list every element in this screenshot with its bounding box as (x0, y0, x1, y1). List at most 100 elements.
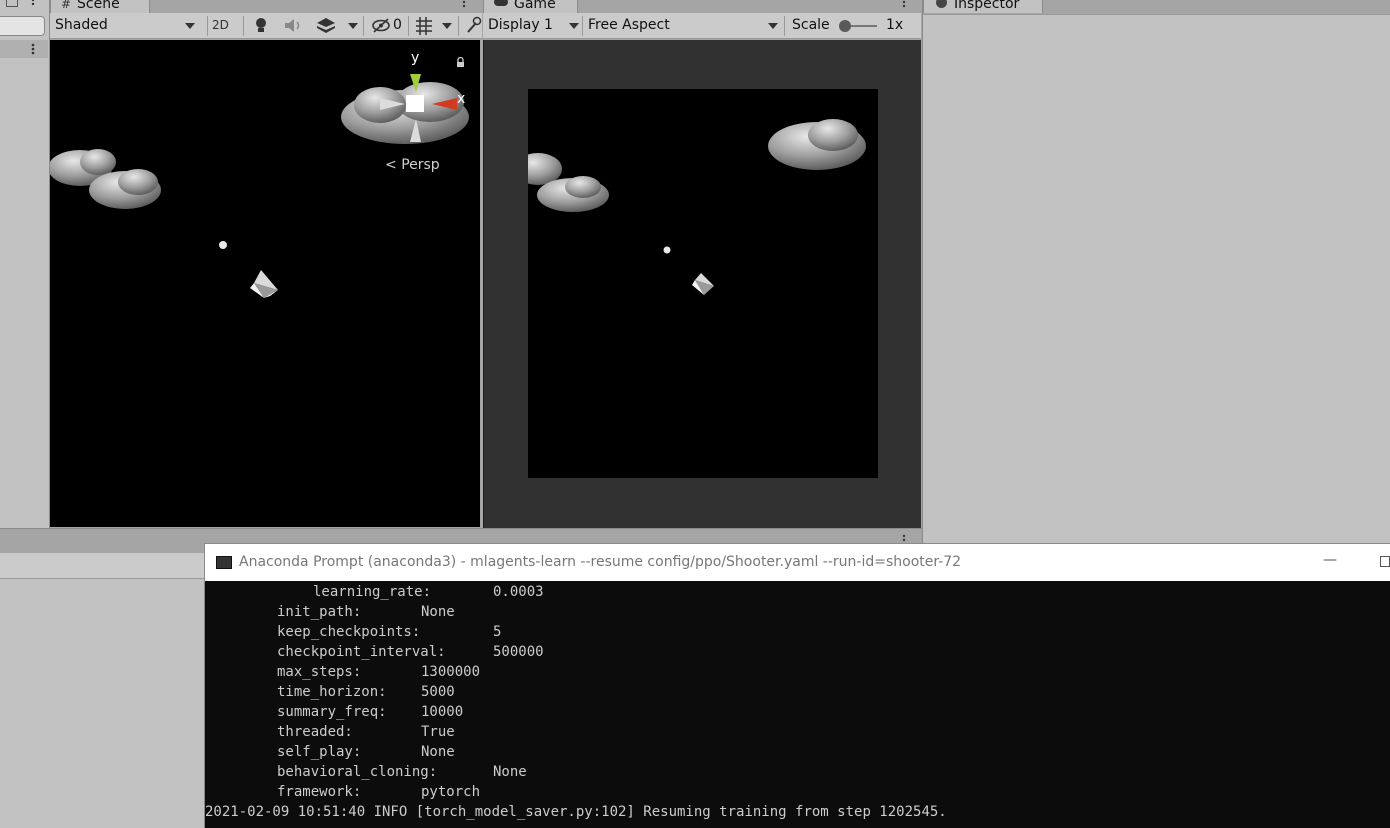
tab-inspector[interactable]: Inspector (923, 0, 1043, 13)
display-dropdown[interactable]: Display 1 (483, 13, 585, 38)
toolbar-divider (207, 16, 208, 36)
console-value: 1300000 (421, 664, 481, 680)
toolbar-divider (784, 16, 785, 36)
toggle-2d-button[interactable]: 2D (212, 13, 236, 38)
console-value: None (493, 764, 527, 780)
shading-mode-dropdown[interactable]: Shaded (50, 13, 205, 38)
console-titlebar: Anaconda Prompt (anaconda3) - mlagents-l… (205, 544, 1390, 581)
effects-toggle[interactable] (312, 13, 340, 38)
console-line: checkpoint_interval: (277, 644, 446, 660)
chevron-down-icon (569, 23, 579, 29)
chevron-down-icon (442, 23, 452, 29)
console-value: 0.0003 (493, 584, 544, 600)
console-line: framework: (277, 784, 362, 800)
toggle-2d-label: 2D (212, 18, 229, 32)
game-tab-menu-icon[interactable] (902, 0, 906, 8)
eye-off-icon (372, 18, 390, 33)
bottom-toolbar (0, 553, 205, 579)
hierarchy-menu-icon[interactable] (31, 43, 35, 55)
console-output[interactable]: learning_rate: 0.0003 init_path: None ke… (205, 581, 1390, 828)
grid-toggle[interactable] (412, 13, 436, 38)
console-window: Anaconda Prompt (anaconda3) - mlagents-l… (204, 543, 1390, 828)
game-toolbar: Display 1 Free Aspect Scale 1x (483, 13, 921, 39)
hidden-count: 0 (393, 17, 402, 33)
ship-object (692, 273, 714, 295)
persp-icon: < (385, 157, 397, 173)
gizmo-axis-x-label: x (457, 91, 466, 107)
inspector-panel: Inspector (922, 0, 1390, 545)
scene-viewport[interactable]: y x < Persp (50, 40, 480, 527)
scene-panel: # Scene Shaded 2D 0 y x < Persp (50, 0, 482, 528)
display-label: Display 1 (488, 17, 553, 33)
console-line: init_path: (277, 604, 362, 620)
scale-label: Scale (792, 17, 830, 33)
bottom-content (0, 579, 205, 828)
hidden-objects-toggle[interactable]: 0 (368, 13, 406, 38)
console-line: learning_rate: (313, 584, 432, 600)
ball-object (663, 246, 671, 254)
aspect-label: Free Aspect (588, 17, 670, 33)
aspect-dropdown[interactable]: Free Aspect (583, 13, 787, 38)
ship-object[interactable] (250, 270, 278, 298)
scale-slider-thumb[interactable] (839, 20, 851, 32)
console-value: pytorch (421, 784, 481, 800)
console-line: self_play: (277, 744, 362, 760)
scene-grid-icon: # (61, 0, 72, 11)
hierarchy-lock-icon[interactable] (6, 0, 18, 7)
scale-slider[interactable] (839, 19, 879, 33)
cloud-object (768, 119, 866, 170)
tab-game[interactable]: Game (483, 0, 578, 13)
console-value: 5000 (421, 684, 455, 700)
console-log-line: 2021-02-09 10:51:40 INFO [torch_model_sa… (205, 804, 947, 820)
console-line: summary_freq: (277, 704, 387, 720)
console-value: 5 (493, 624, 502, 640)
console-value: None (421, 744, 455, 760)
terminal-icon (216, 556, 232, 569)
console-value: 500000 (493, 644, 544, 660)
toolbar-divider (243, 16, 244, 36)
hierarchy-search-input[interactable] (0, 16, 45, 36)
maximize-button[interactable] (1380, 556, 1390, 567)
lighting-toggle[interactable] (247, 13, 275, 38)
wrench-icon (467, 16, 482, 33)
toolbar-divider (363, 16, 364, 36)
grid-dropdown[interactable] (439, 13, 455, 38)
console-value: True (421, 724, 455, 740)
chevron-down-icon (185, 23, 195, 29)
scene-render (50, 74, 469, 298)
console-value: None (421, 604, 455, 620)
tools-button[interactable] (463, 13, 482, 38)
game-viewport (483, 40, 921, 528)
grid-icon (416, 17, 432, 35)
console-title: Anaconda Prompt (anaconda3) - mlagents-l… (239, 554, 962, 570)
console-line: threaded: (277, 724, 353, 740)
info-icon (936, 0, 947, 8)
persp-toggle[interactable]: < Persp (385, 157, 440, 175)
scale-value: 1x (886, 17, 904, 33)
tab-scene-label: Scene (77, 0, 120, 12)
console-line: max_steps: (277, 664, 362, 680)
gamepad-icon (494, 0, 508, 6)
scene-toolbar: Shaded 2D 0 (50, 13, 482, 39)
ball-object[interactable] (219, 241, 227, 249)
audio-toggle[interactable] (279, 13, 305, 38)
console-line: time_horizon: (277, 684, 387, 700)
chevron-down-icon (768, 23, 778, 29)
console-line: behavioral_cloning: (277, 764, 438, 780)
toolbar-divider (408, 16, 409, 36)
console-value: 10000 (421, 704, 464, 720)
cloud-object[interactable] (341, 82, 469, 144)
game-render-svg (528, 119, 866, 295)
scene-tab-menu-icon[interactable] (462, 0, 466, 8)
game-render[interactable] (528, 89, 878, 478)
toolbar-divider (458, 16, 459, 36)
lock-icon[interactable] (456, 57, 465, 67)
minimize-button[interactable]: — (1315, 552, 1345, 572)
tab-scene[interactable]: # Scene (50, 0, 150, 13)
gizmo-axis-y-label: y (411, 50, 420, 66)
hierarchy-dots-icon[interactable] (31, 0, 35, 6)
hierarchy-row[interactable] (0, 40, 48, 58)
tab-game-label: Game (514, 0, 556, 12)
game-panel: Game Display 1 Free Aspect Scale 1x (483, 0, 921, 528)
effects-dropdown[interactable] (344, 13, 360, 38)
